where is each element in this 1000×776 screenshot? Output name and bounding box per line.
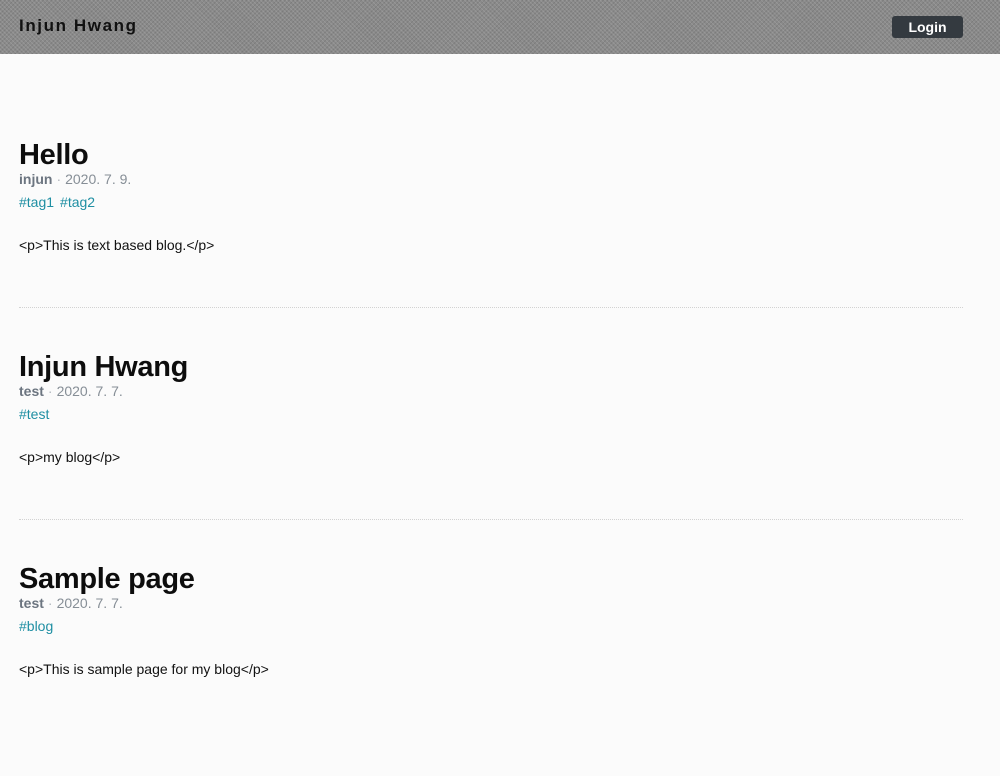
post-author[interactable]: test <box>19 595 44 611</box>
post-body: <p>This is sample page for my blog</p> <box>19 661 269 677</box>
post-author[interactable]: injun <box>19 171 52 187</box>
post-meta: test · 2020. 7. 7. <box>19 595 963 612</box>
post-title[interactable]: Injun Hwang <box>19 352 963 382</box>
post-list: Hello injun · 2020. 7. 9. #tag1 #tag2 <p>Th… <box>19 140 963 776</box>
meta-separator: · <box>47 383 53 399</box>
post-item: Sample page test · 2020. 7. 7. #blog <p>Th… <box>19 564 963 776</box>
post-meta: injun · 2020. 7. 9. <box>19 171 963 188</box>
tag-link[interactable]: #tag2 <box>60 194 95 210</box>
post-tags: #test <box>19 406 963 423</box>
tag-link[interactable]: #tag1 <box>19 194 54 210</box>
site-logo[interactable]: Injun Hwang <box>19 16 138 36</box>
meta-separator: · <box>56 171 62 187</box>
login-button[interactable]: Login <box>892 16 963 38</box>
post-meta: test · 2020. 7. 7. <box>19 383 963 400</box>
post-item: Hello injun · 2020. 7. 9. #tag1 #tag2 <p>Th… <box>19 140 963 352</box>
post-divider <box>19 307 963 308</box>
header-bar: Injun Hwang Login <box>0 0 1000 54</box>
tag-link[interactable]: #test <box>19 406 49 422</box>
meta-separator: · <box>47 595 53 611</box>
post-title[interactable]: Hello <box>19 140 963 170</box>
post-date: 2020. 7. 9. <box>65 171 132 187</box>
post-title[interactable]: Sample page <box>19 564 963 594</box>
post-body: <p>This is text based blog.</p> <box>19 237 215 253</box>
tag-link[interactable]: #blog <box>19 618 53 634</box>
post-tags: #blog <box>19 618 963 635</box>
post-date: 2020. 7. 7. <box>56 383 123 399</box>
post-body: <p>my blog</p> <box>19 449 121 465</box>
post-divider <box>19 519 963 520</box>
post-tags: #tag1 #tag2 <box>19 194 963 211</box>
post-item: Injun Hwang test · 2020. 7. 7. #test <p>my… <box>19 352 963 564</box>
post-date: 2020. 7. 7. <box>56 595 123 611</box>
post-author[interactable]: test <box>19 383 44 399</box>
